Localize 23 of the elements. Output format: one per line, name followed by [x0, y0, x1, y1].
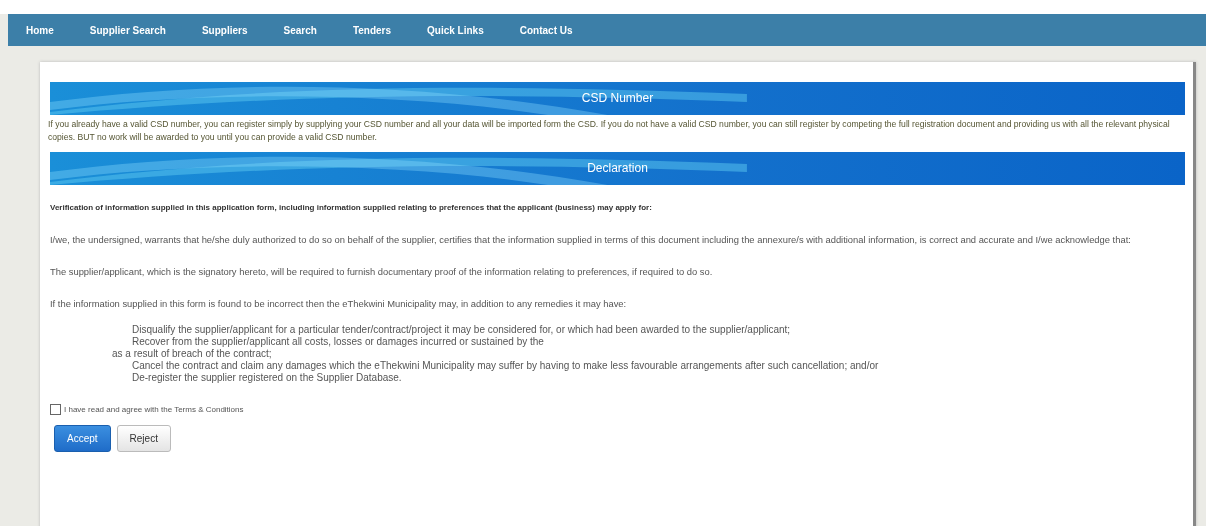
- checkbox[interactable]: [50, 404, 61, 415]
- list-item: Recover from the supplier/applicant all costs, losses or damages incurred or sustained by the: [132, 336, 545, 348]
- nav-link[interactable]: Tenders: [352, 24, 410, 36]
- declaration-paragraph: If the information supplied in this form is found to be incorrect then the eThekwini Municipality may, in addition to any remedies it may have:: [50, 298, 628, 310]
- nav-link[interactable]: Suppliers: [201, 24, 266, 36]
- accept-button[interactable]: Accept: [54, 425, 111, 452]
- info-paragraph: If you already have a valid CSD number, you can register simply by supplying your CSD number and all your data will be imported form the CSD. If you do not have a valid CSD number, you can still register by competing the full registration document and providing us with all the relevant physical copies. BUT no work will be awarded to you until you can provide a valid CSD number.: [48, 118, 1171, 144]
- section-title: Declaration: [586, 160, 649, 177]
- reject-button[interactable]: Reject: [116, 425, 171, 452]
- nav-link[interactable]: Supplier Search: [89, 24, 184, 36]
- declaration-paragraph: The supplier/applicant, which is the signatory hereto, will be required to furnish documentary proof of the information relating to preferences, if required to do so.: [50, 266, 714, 278]
- checkbox-label[interactable]: I have read and agree with the Terms & Conditions: [64, 405, 244, 414]
- nav-link[interactable]: Quick Links: [427, 24, 502, 36]
- list-item: De-register the supplier registered on the Supplier Database.: [132, 372, 403, 384]
- list-item: as a result of breach of the contract;: [112, 348, 273, 360]
- nav-link[interactable]: Home: [26, 24, 72, 36]
- list-item: Disqualify the supplier/applicant for a particular tender/contract/project it may be considered for, or which had been awarded to the supplier/applicant;: [132, 324, 792, 336]
- declaration-heading: Verification of information supplied in this application form, including information supplied relating to preferences that the applicant (business) may apply for:: [50, 203, 653, 212]
- list-item: Cancel the contract and claim any damages which the eThekwini Municipality may suffer by having to make less favourable arrangements after such cancellation; and/or: [132, 360, 880, 372]
- nav-link[interactable]: Search: [283, 24, 335, 36]
- section-title: CSD Number: [580, 90, 655, 107]
- nav-link[interactable]: Contact Us: [519, 24, 591, 36]
- declaration-paragraph: I/we, the undersigned, warrants that he/she duly authorized to do so on behalf of the supplier, certifies that the information supplied in terms of this document including the annexure/s with additional information, is correct and accurate and I/we acknowledge that:: [50, 234, 1132, 246]
